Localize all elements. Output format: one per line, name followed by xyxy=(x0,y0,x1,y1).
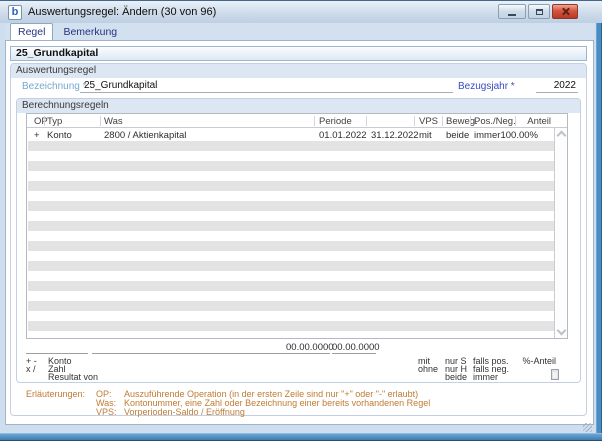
col-beweg: Beweg. xyxy=(446,116,478,127)
maximize-icon xyxy=(535,8,543,15)
app-window: b Auswertungsregel: Ändern (30 von 96) R… xyxy=(0,0,602,441)
close-button[interactable] xyxy=(552,4,578,19)
op-entry-field[interactable] xyxy=(26,342,88,354)
legend-anteil: %-Anteil xyxy=(522,356,556,366)
resize-grip[interactable] xyxy=(583,423,592,432)
chevron-up-icon[interactable] xyxy=(558,131,564,137)
cell-anteil: 100.00% xyxy=(500,130,538,141)
cell-vps: mit xyxy=(419,130,432,141)
cell-period-from: 01.01.2022 xyxy=(319,130,367,141)
auswertungsregel-group-header: Auswertungsregel xyxy=(11,64,586,78)
table-header-row: OP Typ Was Periode VPS Beweg. Pos./Neg. … xyxy=(27,114,567,128)
tab-strip: Regel Bemerkung xyxy=(5,23,594,40)
cell-op: + xyxy=(34,130,40,141)
cell-typ: Konto xyxy=(47,130,72,141)
window-title: Auswertungsregel: Ändern (30 von 96) xyxy=(28,6,217,18)
titlebar: b Auswertungsregel: Ändern (30 von 96) xyxy=(0,1,602,23)
col-anteil: Anteil xyxy=(527,116,551,127)
cell-beweg: beide xyxy=(446,130,470,141)
empty-rows xyxy=(28,141,554,337)
window-right-border xyxy=(594,23,602,433)
col-periode: Periode xyxy=(319,116,352,127)
bezeichnung-input[interactable]: 25_Grundkapital xyxy=(80,80,453,93)
cell-pos-neg: immer xyxy=(474,130,501,141)
col-pos-neg: Pos./Neg. xyxy=(474,116,516,127)
anteil-field-icon xyxy=(551,369,559,380)
legend-vps-ohne: ohne xyxy=(418,364,439,374)
rule-title-bar: 25_Grundkapital xyxy=(10,46,587,61)
window-controls xyxy=(498,4,578,19)
legend-op-resultat: Resultat von xyxy=(48,372,99,382)
col-op: OP xyxy=(34,116,48,127)
col-typ: Typ xyxy=(47,116,63,127)
period-to-entry-field[interactable]: 00.00.0000 xyxy=(332,342,380,354)
period-from-entry-field[interactable]: 00.00.0000 xyxy=(286,342,334,354)
table-scrollbar[interactable] xyxy=(554,128,567,338)
chevron-down-icon[interactable] xyxy=(558,328,564,334)
bezugsjahr-input[interactable]: 2022 xyxy=(536,80,578,93)
berechnungsregeln-group-header: Berechnungsregeln xyxy=(17,99,580,113)
maximize-button[interactable] xyxy=(528,4,550,19)
cell-period-to: 31.12.2022 xyxy=(371,130,419,141)
tab-bemerkung[interactable]: Bemerkung xyxy=(56,24,124,40)
notes-label: Erläuterungen: xyxy=(26,389,86,399)
legend-beweg-beide: beide xyxy=(445,372,468,382)
was-entry-field[interactable] xyxy=(92,342,287,354)
bezeichnung-label: Bezeichnung * xyxy=(22,81,87,92)
close-icon xyxy=(561,7,570,16)
tab-regel[interactable]: Regel xyxy=(10,23,54,40)
note-text-vps: Vorperioden-Saldo / Eröffnung xyxy=(124,407,245,417)
note-key-vps: VPS: xyxy=(96,407,117,417)
bezugsjahr-label: Bezugsjahr * xyxy=(458,81,515,92)
legend-immer: immer xyxy=(473,372,498,382)
col-was: Was xyxy=(104,116,123,127)
cell-was: 2800 / Aktienkapital xyxy=(104,130,187,141)
legend-op-symbols-2: x / xyxy=(26,364,36,374)
window-bottom-border xyxy=(0,433,602,441)
table-row[interactable]: + Konto 2800 / Aktienkapital 01.01.2022 … xyxy=(27,128,554,141)
col-vps: VPS xyxy=(419,116,439,127)
app-icon: b xyxy=(8,5,22,20)
minimize-button[interactable] xyxy=(498,4,526,19)
minimize-icon xyxy=(508,13,516,16)
rules-table: OP Typ Was Periode VPS Beweg. Pos./Neg. … xyxy=(26,113,568,339)
